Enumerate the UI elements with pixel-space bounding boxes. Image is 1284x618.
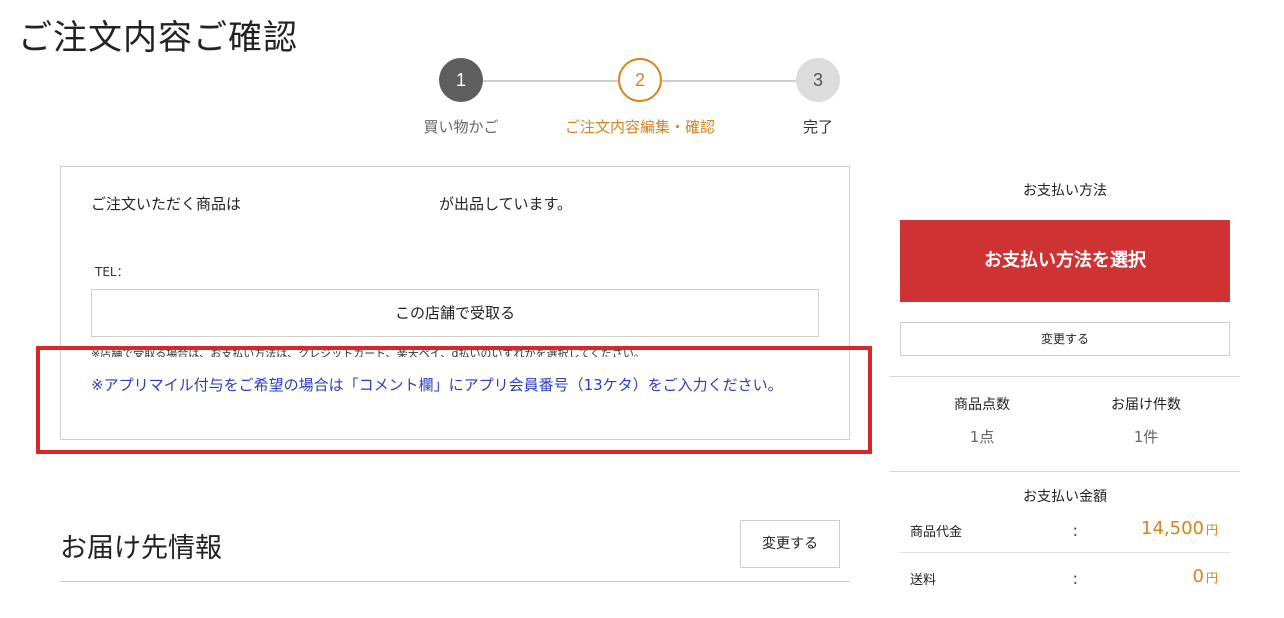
item-count-label: 商品点数 xyxy=(954,397,1010,413)
payment-amount-heading: お支払い金額 xyxy=(1023,489,1107,505)
delivery-change-button[interactable]: 変更する xyxy=(740,520,840,568)
item-count-value: 1点 xyxy=(969,428,995,446)
divider xyxy=(890,471,1240,472)
checkout-stepper: 1 2 3 買い物かご ご注文内容編集・確認 完了 xyxy=(0,0,1284,150)
shop-info-panel: ご注文いただく商品は が出品しています。 TEL： この店舗で受取る ※店舗で受… xyxy=(60,166,850,440)
subtotal-label: 商品代金 xyxy=(910,525,963,540)
subtotal-colon: ： xyxy=(1072,525,1086,540)
shop-lead-suffix: が出品しています。 xyxy=(439,195,573,213)
yen-unit: 円 xyxy=(1205,571,1218,585)
shipping-amount: 0 xyxy=(1192,566,1204,587)
store-pickup-button[interactable]: この店舗で受取る xyxy=(91,289,819,337)
step-2-label: ご注文内容編集・確認 xyxy=(564,118,715,136)
step-3-label: 完了 xyxy=(802,118,833,136)
step-connector xyxy=(660,80,798,82)
subtotal-amount: 14,500 xyxy=(1141,518,1204,539)
delivery-count-value: 1件 xyxy=(1133,428,1159,446)
payment-change-button[interactable]: 変更する xyxy=(900,322,1230,356)
shop-lead-text: ご注文いただく商品は xyxy=(91,195,242,213)
shop-tel-label: TEL： xyxy=(95,265,129,279)
delivery-section-title: お届け先情報 xyxy=(60,533,222,564)
divider xyxy=(890,376,1240,377)
step-connector xyxy=(482,80,620,82)
app-mile-note: ※アプリマイル付与をご希望の場合は「コメント欄」にアプリ会員番号（13ケタ）をご… xyxy=(91,376,783,394)
step-1-circle: 1 xyxy=(439,58,483,102)
yen-unit: 円 xyxy=(1205,523,1218,537)
step-1-label: 買い物かご xyxy=(423,118,499,136)
pickup-payment-note: ※店舗で受取る場合は、お支払い方法は、クレジットカード、楽天ペイ、d払いのいずれ… xyxy=(91,347,645,357)
subtotal-value: 14,500 円 xyxy=(1141,518,1218,539)
delivery-count-label: お届け件数 xyxy=(1111,397,1181,413)
step-2-circle: 2 xyxy=(618,58,662,102)
divider xyxy=(60,581,850,582)
step-3-circle: 3 xyxy=(796,58,840,102)
shipping-value: 0円 xyxy=(1193,566,1218,587)
select-payment-method-button[interactable]: お支払い方法を選択 xyxy=(900,220,1230,302)
payment-method-heading: お支払い方法 xyxy=(1023,183,1107,199)
shipping-label: 送料 xyxy=(910,573,937,588)
divider xyxy=(900,552,1230,553)
shipping-colon: ： xyxy=(1072,573,1086,588)
